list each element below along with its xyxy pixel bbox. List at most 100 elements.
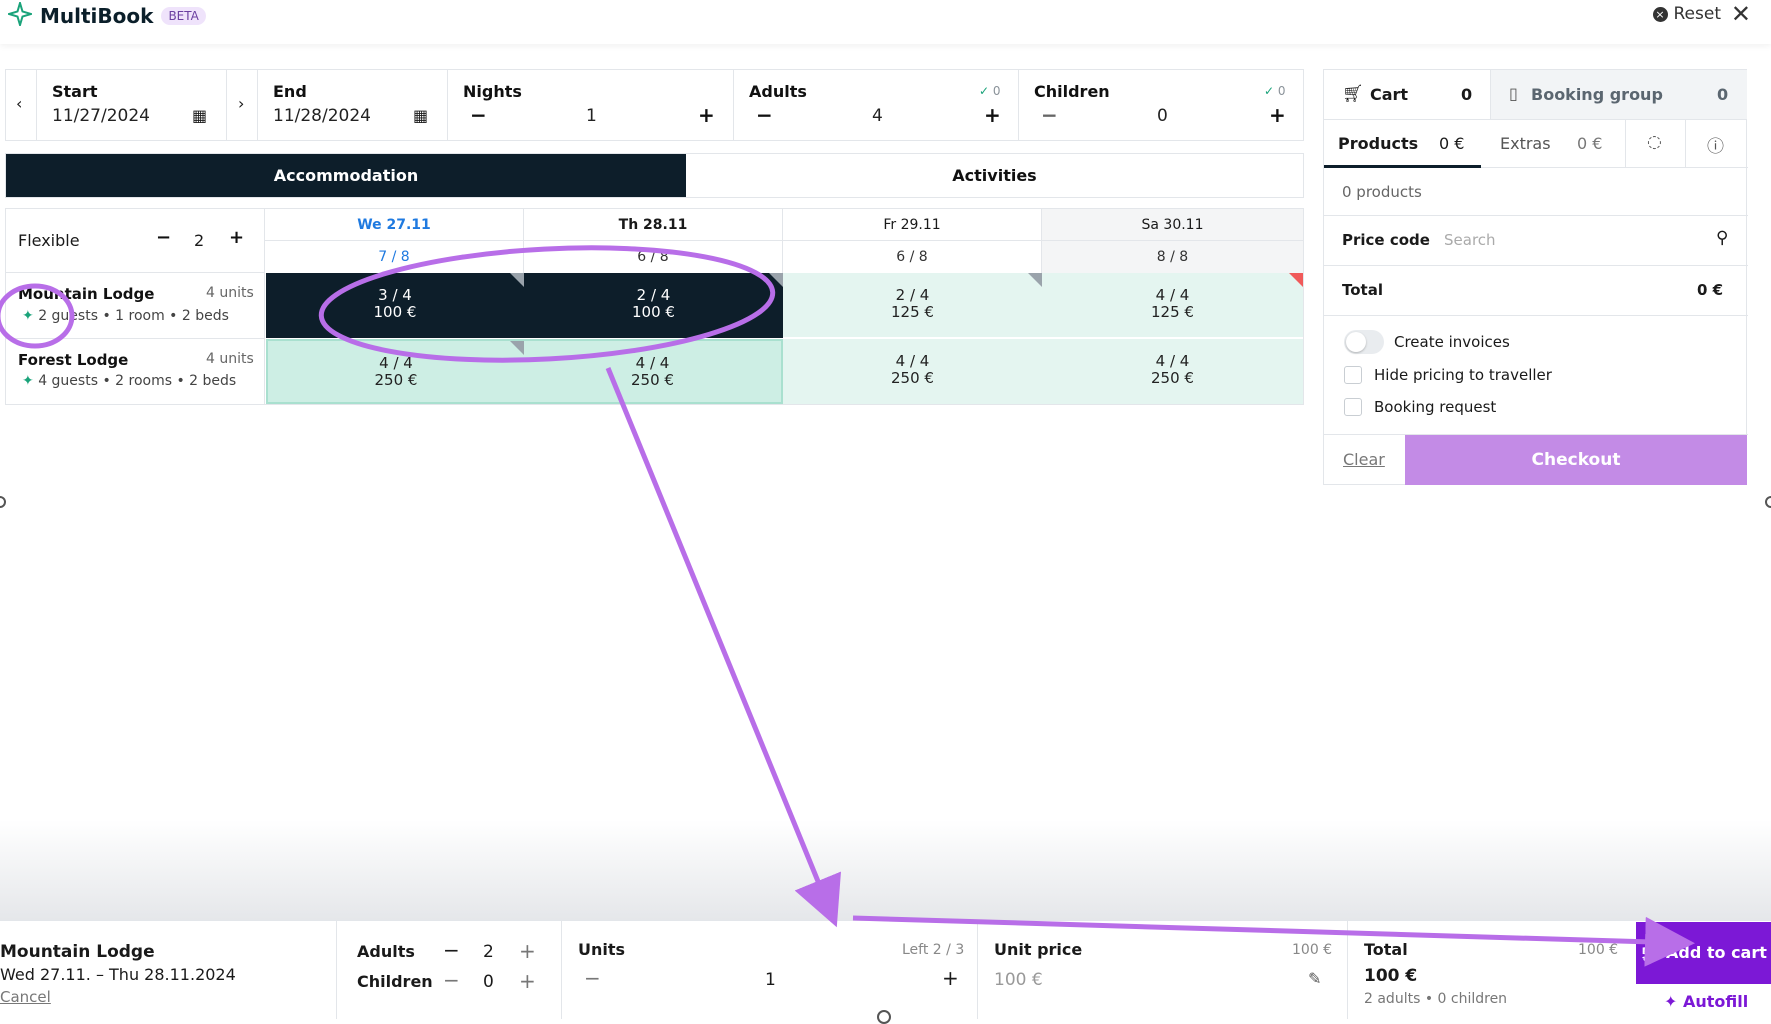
tab-cart[interactable]: 🛒︎ Cart 0	[1324, 70, 1490, 120]
room-meta: ✦ 2 guests • 1 room • 2 beds	[22, 308, 229, 324]
availability-cell[interactable]: 4 / 4 125 €	[1042, 273, 1303, 338]
flexible-plus-button[interactable]: +	[229, 227, 244, 248]
create-invoices-toggle[interactable]	[1344, 330, 1384, 354]
availability-cell[interactable]: 4 / 4 250 €	[783, 339, 1042, 404]
selection-total-reference: 100 €	[1578, 942, 1619, 958]
room-row-mountain-lodge[interactable]: Mountain Lodge 4 units ✦ 2 guests • 1 ro…	[6, 273, 265, 339]
day-header-2[interactable]: Th 28.11	[524, 209, 783, 241]
corner-marker	[510, 273, 524, 287]
cart-total-row: Total 0 €	[1324, 266, 1748, 316]
edit-pencil-icon[interactable]: ✎	[1308, 969, 1321, 988]
reset-icon: ×	[1652, 6, 1668, 22]
availability-cell[interactable]: 3 / 4 100 €	[266, 273, 524, 338]
children-minus-button[interactable]: −	[443, 968, 460, 992]
close-icon[interactable]: ✕	[1731, 0, 1751, 28]
selection-total-value: 100 €	[1364, 966, 1418, 986]
beta-badge: BETA	[161, 7, 206, 25]
divider	[1685, 120, 1686, 168]
divider	[1625, 120, 1626, 168]
units-plus-button[interactable]: +	[942, 966, 959, 990]
units-minus-button[interactable]: −	[584, 966, 601, 990]
availability-cell[interactable]: 2 / 4 125 €	[783, 273, 1042, 338]
adults-minus-button[interactable]: −	[756, 103, 773, 127]
cart-label: Cart	[1370, 85, 1409, 104]
nights-plus-button[interactable]: +	[698, 103, 715, 127]
unit-price-input[interactable]: 100 €	[994, 970, 1043, 990]
children-plus-button[interactable]: +	[519, 969, 536, 993]
total-value: 0 €	[1697, 281, 1724, 299]
tab-activities[interactable]: Activities	[686, 154, 1303, 197]
availability-cell[interactable]: 2 / 4 100 €	[524, 273, 783, 338]
end-value[interactable]: 11/28/2024	[273, 106, 371, 126]
price-code-input[interactable]: Search	[1444, 231, 1496, 249]
day-occupancy-1: 7 / 8	[265, 241, 524, 273]
room-row-forest-lodge[interactable]: Forest Lodge 4 units ✦ 4 guests • 2 room…	[6, 339, 265, 404]
day-occupancy-3: 6 / 8	[783, 241, 1042, 273]
traveller-icon[interactable]: ◌	[1647, 132, 1662, 152]
cart-icon: 🛒︎	[1640, 943, 1661, 962]
price-code-label: Price code	[1342, 231, 1430, 249]
children-check-count: 0	[1277, 84, 1286, 98]
tab-extras[interactable]: Extras	[1500, 134, 1551, 153]
adults-plus-button[interactable]: +	[519, 939, 536, 963]
info-icon[interactable]: ⓘ	[1707, 132, 1724, 157]
prev-date-button[interactable]: ‹	[5, 69, 37, 141]
corner-marker	[769, 273, 783, 287]
corner-marker	[510, 341, 524, 355]
children-plus-button[interactable]: +	[1269, 103, 1286, 127]
availability-cell[interactable]: 4 / 4 250 €	[524, 339, 783, 404]
units-label: Units	[578, 940, 626, 959]
tab-accommodation[interactable]: Accommodation	[6, 154, 686, 197]
cancel-button[interactable]: Cancel	[0, 988, 51, 1006]
adults-minus-button[interactable]: −	[443, 938, 460, 962]
right-resize-handle[interactable]	[1765, 496, 1771, 508]
children-minus-button[interactable]: −	[1041, 103, 1058, 127]
nights-label: Nights	[463, 82, 522, 101]
booking-request-checkbox[interactable]	[1344, 398, 1362, 416]
autofill-button[interactable]: ✦ Autofill	[1664, 992, 1748, 1011]
start-date-field[interactable]: Start 11/27/2024 ▦	[36, 69, 227, 141]
hide-pricing-label: Hide pricing to traveller	[1374, 366, 1552, 384]
checkout-button[interactable]: Checkout	[1405, 435, 1747, 485]
hide-pricing-checkbox[interactable]	[1344, 366, 1362, 384]
booking-request-label: Booking request	[1374, 398, 1497, 416]
tab-products[interactable]: Products	[1338, 134, 1418, 153]
day-header-4[interactable]: Sa 30.11	[1042, 209, 1303, 241]
selection-total-meta: 2 adults • 0 children	[1364, 991, 1508, 1007]
end-date-field[interactable]: End 11/28/2024 ▦	[257, 69, 448, 141]
selection-bar: Mountain Lodge Wed 27.11. – Thu 28.11.20…	[0, 920, 1771, 1019]
start-value[interactable]: 11/27/2024	[52, 106, 150, 126]
flexible-minus-button[interactable]: −	[156, 227, 171, 248]
corner-marker	[1028, 273, 1042, 287]
next-date-button[interactable]: ›	[226, 69, 258, 141]
unit-price-reference: 100 €	[1292, 942, 1333, 958]
room-units: 4 units	[206, 285, 254, 301]
adults-stepper: Adults ✓ 0 − 4 +	[733, 69, 1019, 141]
units-left: Left 2 / 3	[902, 942, 965, 958]
adults-value: 2	[483, 942, 494, 962]
reset-button[interactable]: × Reset	[1652, 4, 1721, 24]
selection-name: Mountain Lodge	[0, 942, 155, 962]
flexible-label: Flexible	[18, 231, 80, 250]
calendar-icon[interactable]: ▦	[192, 106, 207, 125]
nights-minus-button[interactable]: −	[470, 103, 487, 127]
sparkle-logo-icon	[5, 0, 35, 30]
bottom-resize-handle[interactable]	[877, 1010, 891, 1024]
selection-dates: Wed 27.11. – Thu 28.11.2024	[0, 965, 236, 984]
chevron-left-icon: ‹	[16, 94, 23, 113]
adults-plus-button[interactable]: +	[984, 103, 1001, 127]
availability-cell[interactable]: 4 / 4 250 €	[266, 339, 524, 404]
calendar-icon[interactable]: ▦	[413, 106, 428, 125]
day-header-3[interactable]: Fr 29.11	[783, 209, 1042, 241]
left-resize-handle[interactable]	[0, 496, 6, 508]
cart-icon: 🛒︎	[1342, 84, 1364, 104]
search-icon[interactable]: ⚲	[1716, 228, 1728, 248]
tab-booking-group[interactable]: ▯ Booking group 0	[1490, 70, 1747, 120]
clear-button[interactable]: Clear	[1343, 450, 1385, 469]
adults-check-count: 0	[992, 84, 1001, 98]
adults-label: Adults	[357, 942, 415, 961]
availability-cell[interactable]: 4 / 4 250 €	[1042, 339, 1303, 404]
day-header-1[interactable]: We 27.11	[265, 209, 524, 241]
add-to-cart-button[interactable]: 🛒︎ Add to cart	[1636, 922, 1771, 984]
children-stepper: Children ✓ 0 − 0 +	[1018, 69, 1304, 141]
